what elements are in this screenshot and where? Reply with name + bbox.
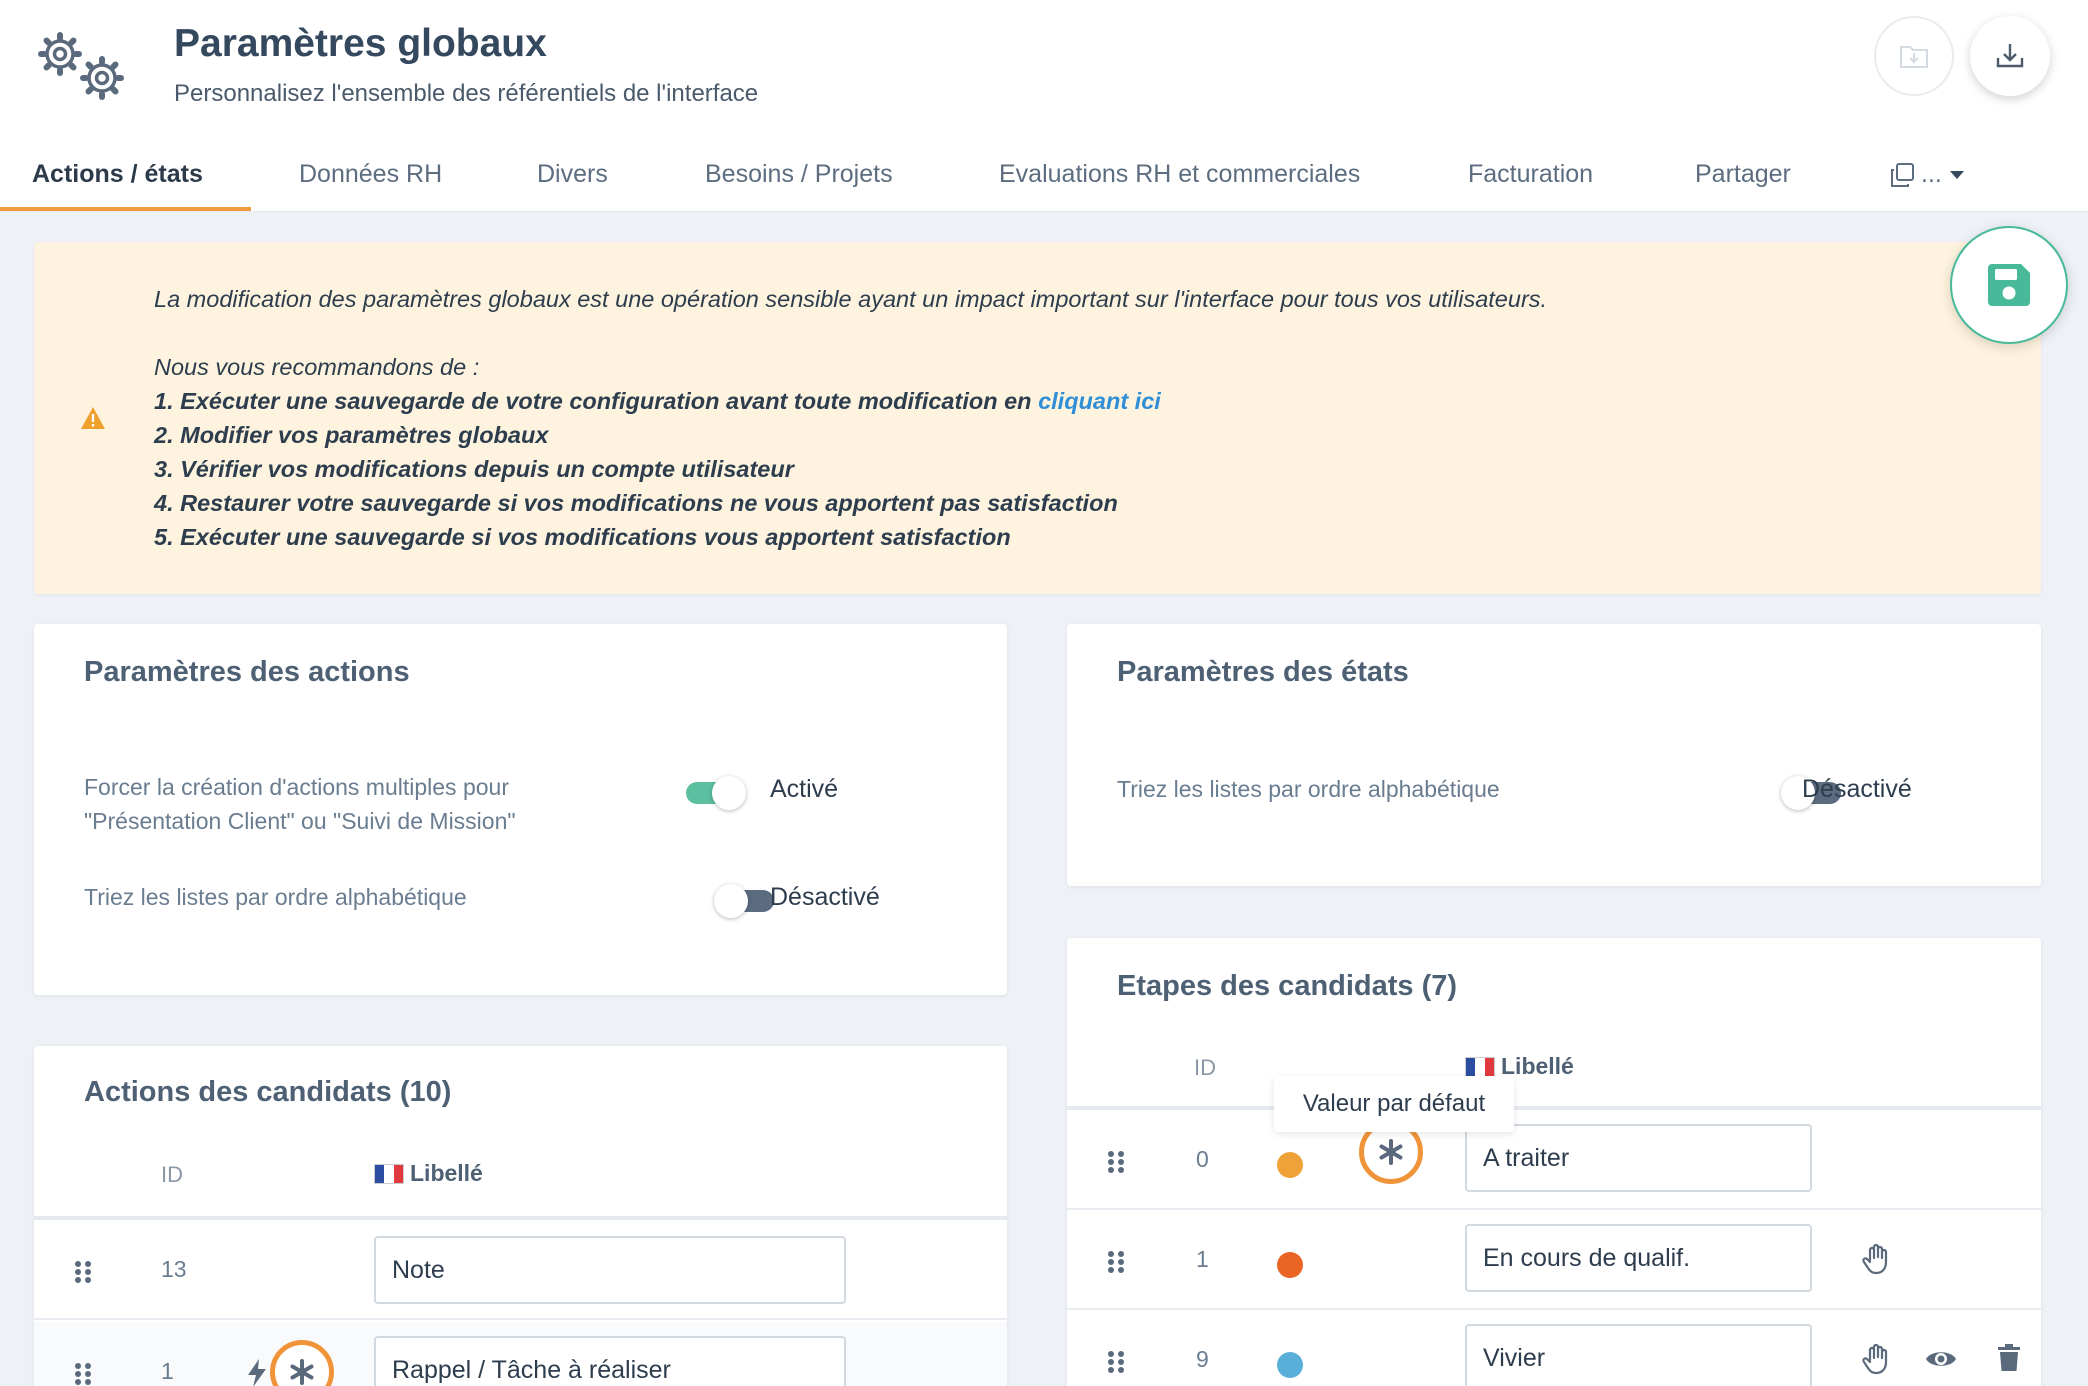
col-label-text: Libellé <box>410 1160 483 1186</box>
page-subtitle: Personnalisez l'ensemble des référentiel… <box>174 80 759 107</box>
warning-text: La modification des paramètres globaux e… <box>154 282 1547 554</box>
tab-besoins-projets[interactable]: Besoins / Projets <box>705 146 893 212</box>
tab-divers[interactable]: Divers <box>537 146 608 212</box>
action-label-input[interactable]: Note <box>374 1236 846 1304</box>
french-flag-icon <box>374 1163 404 1184</box>
lightning-icon <box>248 1359 266 1386</box>
warning-step-4: 4. Restaurer votre sauvegarde si vos mod… <box>154 490 1118 516</box>
drag-handle-icon[interactable] <box>1107 1350 1125 1374</box>
french-flag-icon <box>1465 1056 1495 1077</box>
warning-intro: La modification des paramètres globaux e… <box>154 286 1548 312</box>
col-id-header: ID <box>161 1162 183 1187</box>
candidate-actions-card: Actions des candidats (10) ID Libellé 13… <box>34 1046 1007 1386</box>
candidate-steps-title: Etapes des candidats (7) <box>1117 970 1458 1002</box>
warning-step-3: 3. Vérifier vos modifications depuis un … <box>154 456 794 482</box>
eye-icon[interactable] <box>1925 1348 1957 1370</box>
states-params-card: Paramètres des états Triez les listes pa… <box>1067 624 2041 886</box>
download-button[interactable] <box>1970 16 2050 96</box>
floppy-disk-icon <box>1988 264 2030 306</box>
step-color-dot[interactable] <box>1277 1152 1303 1178</box>
tab-bar: Actions / états Données RH Divers Besoin… <box>0 146 2088 212</box>
col-id-header: ID <box>1194 1055 1216 1080</box>
drag-handle-icon[interactable] <box>1107 1150 1125 1174</box>
states-sort-label: Triez les listes par ordre alphabétique <box>1117 776 1500 802</box>
tab-partager[interactable]: Partager <box>1695 146 1791 212</box>
actions-sort-state: Désactivé <box>770 883 880 911</box>
force-multi-label: Forcer la création d'actions multiples p… <box>84 774 516 834</box>
action-label-input[interactable]: Rappel / Tâche à réaliser <box>374 1336 846 1386</box>
step-label-input[interactable]: Vivier <box>1465 1324 1812 1386</box>
trash-icon[interactable] <box>1997 1344 2021 1372</box>
step-label-input[interactable]: En cours de qualif. <box>1465 1224 1812 1292</box>
table-row: 13 Note <box>34 1220 1007 1320</box>
actions-params-title: Paramètres des actions <box>84 656 410 688</box>
page-title: Paramètres globaux <box>174 22 547 65</box>
row-id: 1 <box>161 1358 174 1384</box>
copy-icon <box>1891 162 1914 187</box>
table-row: 9 Vivier <box>1067 1310 2041 1386</box>
default-value-star-button[interactable] <box>270 1340 334 1386</box>
folder-download-icon <box>1900 46 1928 68</box>
download-icon <box>1996 44 2024 68</box>
tab-donnees-rh[interactable]: Données RH <box>299 146 442 212</box>
row-id: 13 <box>161 1256 187 1282</box>
save-button[interactable] <box>1950 226 2068 344</box>
drag-handle-icon[interactable] <box>1107 1250 1125 1274</box>
table-row: 0 A traiter <box>1067 1110 2041 1210</box>
default-value-tooltip: Valeur par défaut <box>1274 1076 1514 1132</box>
backup-link[interactable]: cliquant ici <box>1038 388 1161 414</box>
col-label-header: Libellé <box>374 1160 483 1187</box>
drag-handle-icon[interactable] <box>74 1362 92 1386</box>
tab-actions-etats[interactable]: Actions / états <box>32 146 203 212</box>
gears-icon <box>34 26 134 106</box>
row-id: 0 <box>1196 1146 1209 1172</box>
warning-step-5: 5. Exécuter une sauvegarde si vos modifi… <box>154 524 1011 550</box>
warning-icon <box>80 406 106 435</box>
asterisk-icon <box>1379 1139 1403 1165</box>
tab-evaluations[interactable]: Evaluations RH et commerciales <box>999 146 1360 212</box>
step-color-dot[interactable] <box>1277 1252 1303 1278</box>
states-params-title: Paramètres des états <box>1117 656 1409 688</box>
page-header: Paramètres globaux Personnalisez l'ensem… <box>0 0 2088 212</box>
table-row: 1 En cours de qualif. <box>1067 1210 2041 1310</box>
force-multi-toggle[interactable] <box>686 776 746 810</box>
actions-params-card: Paramètres des actions Forcer la créatio… <box>34 624 1007 995</box>
force-multi-state: Activé <box>770 775 839 803</box>
warning-step-2: 2. Modifier vos paramètres globaux <box>154 422 549 448</box>
hand-icon[interactable] <box>1862 1244 1892 1276</box>
tab-facturation[interactable]: Facturation <box>1468 146 1593 212</box>
step-color-dot[interactable] <box>1277 1352 1303 1378</box>
active-tab-underline <box>0 207 251 211</box>
import-folder-button[interactable] <box>1874 16 1954 96</box>
actions-sort-toggle[interactable] <box>714 884 774 918</box>
caret-down-icon <box>1949 170 1964 179</box>
row-id: 1 <box>1196 1246 1209 1272</box>
warning-banner: La modification des paramètres globaux e… <box>34 242 2041 594</box>
hand-icon[interactable] <box>1862 1344 1892 1376</box>
row-id: 9 <box>1196 1346 1209 1372</box>
actions-sort-label: Triez les listes par ordre alphabétique <box>84 884 467 910</box>
warning-step-1: 1. Exécuter une sauvegarde de votre conf… <box>154 388 1039 414</box>
warning-recommend: Nous vous recommandons de : <box>154 354 480 380</box>
drag-handle-icon[interactable] <box>74 1260 92 1284</box>
tab-more-label: ... <box>1921 160 1942 188</box>
step-label-input[interactable]: A traiter <box>1465 1124 1812 1192</box>
candidate-steps-card: Etapes des candidats (7) ID Libellé 0 A … <box>1067 938 2041 1386</box>
tab-more-dropdown[interactable]: ... <box>1889 160 1966 189</box>
table-row: 1 Rappel / Tâche à réaliser <box>34 1322 1007 1386</box>
asterisk-icon <box>290 1359 314 1385</box>
states-sort-state: Désactivé <box>1802 775 1912 803</box>
candidate-actions-title: Actions des candidats (10) <box>84 1076 452 1108</box>
